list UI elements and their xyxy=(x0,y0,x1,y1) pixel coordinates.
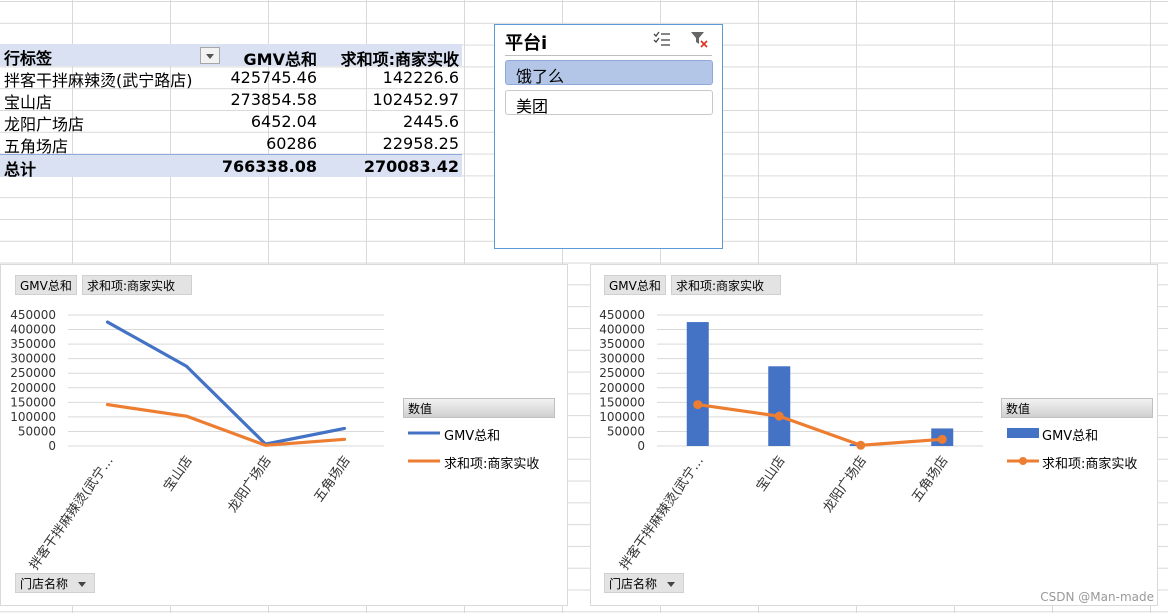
legend-gmv-label: GMV总和 xyxy=(1042,429,1099,444)
y-tick-label: 450000 xyxy=(599,308,645,322)
x-category-label: 五角场店 xyxy=(909,454,951,505)
legend-income-label: 求和项:商家实收 xyxy=(444,457,540,472)
legend-marker xyxy=(1019,457,1027,465)
y-tick-label: 400000 xyxy=(599,323,645,337)
gmv-value: 425745.46 xyxy=(230,68,317,87)
income-value: 102452.97 xyxy=(372,90,459,109)
y-tick-label: 150000 xyxy=(10,395,56,409)
series-line xyxy=(105,320,347,446)
x-category-label: 宝山店 xyxy=(754,454,789,495)
y-tick-label: 50000 xyxy=(607,424,645,438)
x-category-label: 拌客干拌麻辣烫(武宁… xyxy=(26,453,117,573)
y-tick-label: 0 xyxy=(48,439,56,453)
x-category-label: 龙阳广场店 xyxy=(820,454,870,516)
x-category-label: 龙阳广场店 xyxy=(225,454,275,516)
pivot-row[interactable]: 五角场店 60286 22958.25 xyxy=(0,132,462,156)
y-tick-label: 450000 xyxy=(10,308,56,322)
data-point xyxy=(774,411,784,421)
y-tick-label: 400000 xyxy=(10,323,56,337)
pivot-row[interactable]: 龙阳广场店 6452.04 2445.6 xyxy=(0,110,462,134)
clear-filter-icon[interactable] xyxy=(690,30,708,48)
store-axis-field-button[interactable]: 门店名称 xyxy=(15,573,96,593)
gmv-value: 6452.04 xyxy=(250,112,317,131)
y-tick-label: 350000 xyxy=(599,337,645,351)
series-line xyxy=(105,402,347,447)
platform-slicer[interactable]: 平台i 饿了么 美团 xyxy=(494,24,723,249)
slicer-title: 平台i xyxy=(505,33,548,54)
y-tick-label: 250000 xyxy=(599,366,645,380)
x-category-label: 五角场店 xyxy=(312,454,354,505)
y-tick-label: 150000 xyxy=(599,395,645,409)
income-value: 22958.25 xyxy=(382,134,459,153)
legend-swatch xyxy=(1007,428,1039,438)
bar xyxy=(686,322,709,446)
y-tick-label: 100000 xyxy=(10,410,56,424)
y-tick-label: 200000 xyxy=(599,381,645,395)
pivot-row[interactable]: 宝山店 273854.58 102452.97 xyxy=(0,88,462,112)
data-point xyxy=(856,440,866,450)
data-point xyxy=(693,400,703,410)
total-income: 270083.42 xyxy=(363,157,459,176)
legend-title: 数值 xyxy=(1001,398,1153,418)
pivot-row[interactable]: 拌客干拌麻辣烫(武宁路店) 425745.46 142226.6 xyxy=(0,66,462,90)
income-value: 2445.6 xyxy=(403,112,459,131)
y-tick-label: 200000 xyxy=(10,381,56,395)
y-tick-label: 100000 xyxy=(599,410,645,424)
row-label-filter-button[interactable] xyxy=(200,47,220,64)
slicer-item-eleme[interactable]: 饿了么 xyxy=(505,60,713,86)
legend-gmv-label: GMV总和 xyxy=(444,429,501,444)
legend-income-label: 求和项:商家实收 xyxy=(1042,457,1138,472)
y-tick-label: 250000 xyxy=(10,366,56,380)
slicer-item-meituan[interactable]: 美团 xyxy=(505,90,713,116)
y-tick-label: 50000 xyxy=(18,424,56,438)
gmv-value: 60286 xyxy=(266,134,317,153)
slicer-divider xyxy=(505,55,712,56)
x-category-label: 拌客干拌麻辣烫(武宁… xyxy=(616,453,707,573)
y-tick-label: 350000 xyxy=(10,337,56,351)
total-label: 总计 xyxy=(4,160,37,179)
gmv-value: 273854.58 xyxy=(230,90,317,109)
x-category-label: 宝山店 xyxy=(161,454,196,495)
income-value: 142226.6 xyxy=(382,68,459,87)
legend-title: 数值 xyxy=(403,398,555,418)
y-tick-label: 300000 xyxy=(10,352,56,366)
pivot-header-row: 行标签 GMV总和 求和项:商家实收 xyxy=(0,44,462,69)
store-axis-field-button[interactable]: 门店名称 xyxy=(604,573,685,593)
series-line xyxy=(696,402,944,447)
data-point xyxy=(937,434,947,444)
pivot-line-chart[interactable]: GMV总和 求和项:商家实收 0 50000 100000 150000 200000 2… xyxy=(0,264,568,606)
watermark: CSDN @Man-made xyxy=(1040,590,1154,604)
bar xyxy=(768,366,791,446)
y-tick-label: 300000 xyxy=(599,352,645,366)
pivot-combo-chart[interactable]: GMV总和 求和项:商家实收 0 50000 100000 150000 200000 2… xyxy=(590,264,1158,606)
y-tick-label: 0 xyxy=(637,439,645,453)
multi-select-icon[interactable] xyxy=(653,31,671,47)
pivot-total-row[interactable]: 总计 766338.08 270083.42 xyxy=(0,154,462,179)
total-gmv: 766338.08 xyxy=(221,157,317,176)
